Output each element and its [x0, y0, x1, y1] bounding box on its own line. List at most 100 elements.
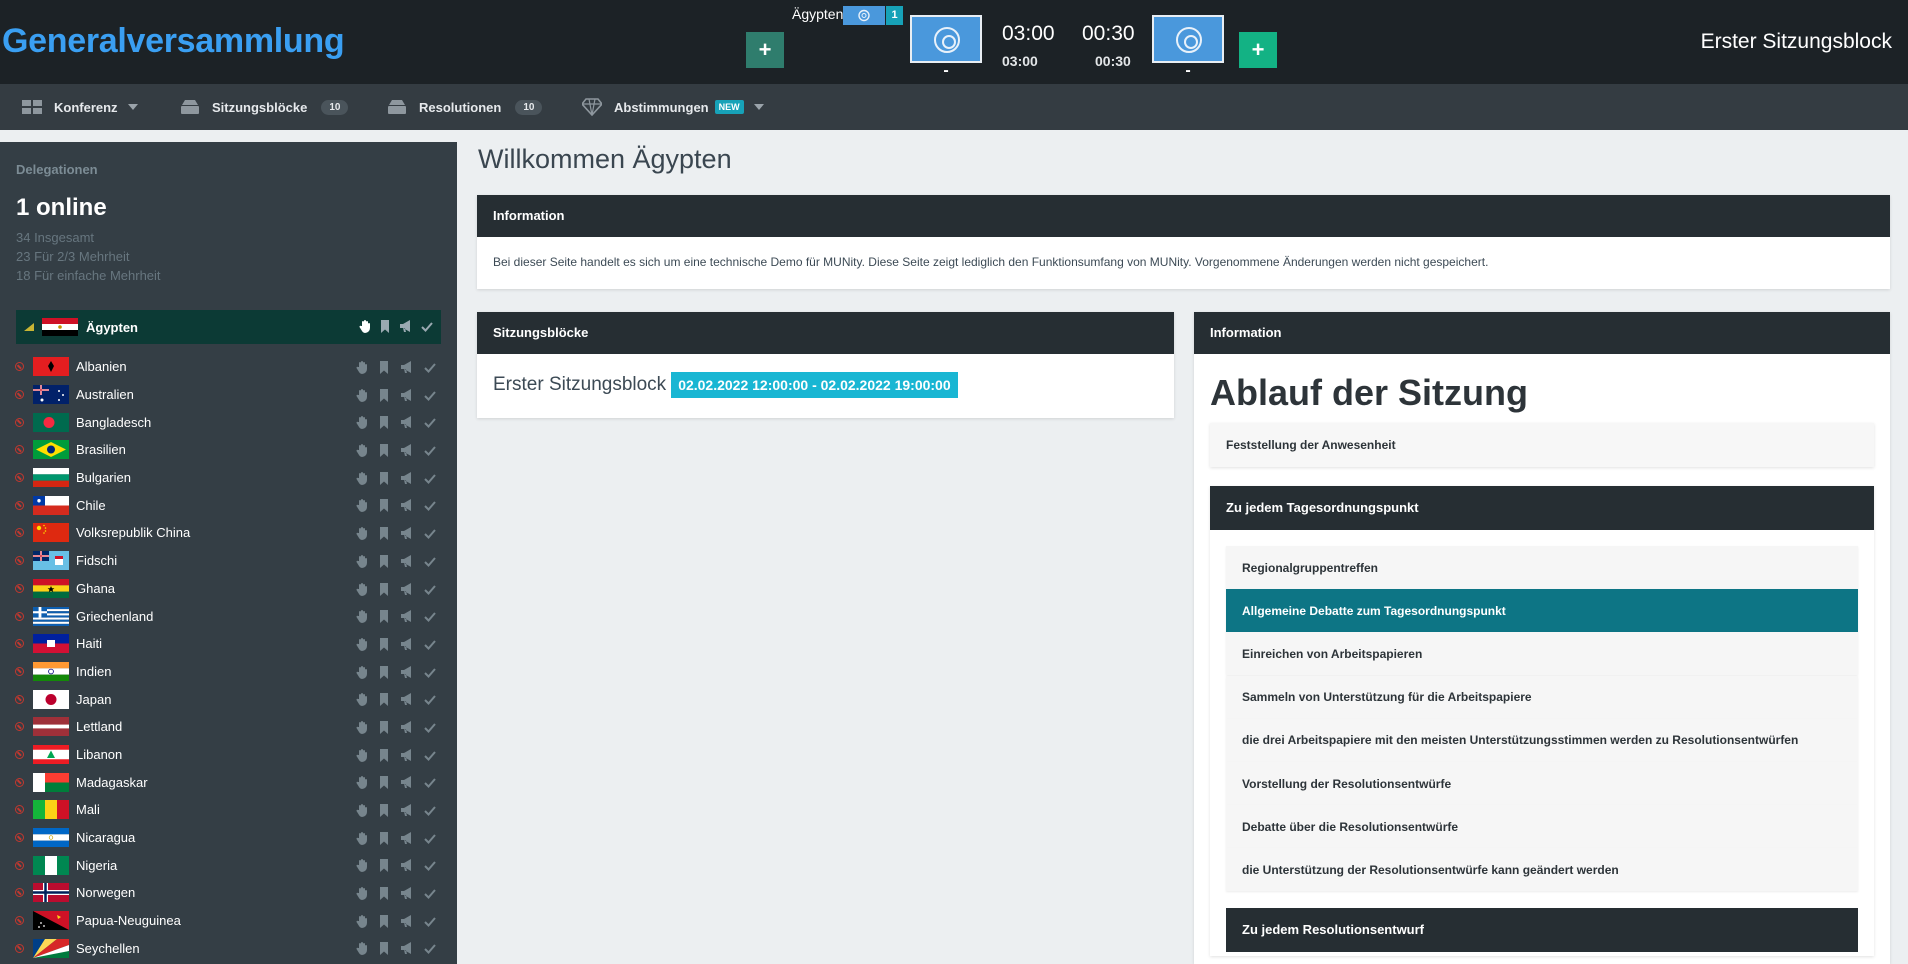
hand-icon[interactable] [356, 388, 368, 402]
check-icon[interactable] [424, 527, 436, 540]
check-icon[interactable] [424, 693, 436, 706]
hand-icon[interactable] [356, 804, 368, 817]
hand-icon[interactable] [356, 582, 368, 596]
megaphone-icon[interactable] [400, 582, 414, 596]
bookmark-icon[interactable] [378, 471, 390, 485]
bookmark-icon[interactable] [378, 444, 390, 458]
delegation-row[interactable]: Nicaragua [12, 824, 444, 852]
bookmark-icon[interactable] [378, 720, 390, 734]
check-icon[interactable] [424, 389, 436, 402]
bookmark-icon[interactable] [378, 859, 390, 873]
hand-icon[interactable] [356, 527, 368, 541]
bookmark-icon[interactable] [379, 320, 391, 333]
bookmark-icon[interactable] [378, 361, 390, 374]
delegation-row[interactable]: Haiti [12, 630, 444, 658]
megaphone-icon[interactable] [400, 942, 414, 955]
check-icon[interactable] [424, 499, 436, 512]
megaphone-icon[interactable] [400, 361, 414, 374]
check-icon[interactable] [424, 610, 436, 623]
delegation-row[interactable]: Indien [12, 658, 444, 686]
delegation-row[interactable]: Brasilien [12, 436, 444, 464]
delegation-row[interactable]: Madagaskar [12, 768, 444, 796]
check-icon[interactable] [424, 804, 436, 817]
delegation-row[interactable]: Mali [12, 796, 444, 824]
check-icon[interactable] [424, 583, 436, 596]
megaphone-icon[interactable] [400, 804, 414, 817]
megaphone-icon[interactable] [400, 859, 414, 872]
bookmark-icon[interactable] [378, 776, 390, 790]
hand-icon[interactable] [356, 914, 368, 928]
add-speaker-button[interactable]: + [746, 32, 784, 68]
hand-icon[interactable] [356, 665, 368, 679]
session-block-link[interactable]: Erster Sitzungsblock [493, 374, 666, 396]
hand-icon[interactable] [356, 831, 368, 845]
delegation-row[interactable]: Japan [12, 685, 444, 713]
megaphone-icon[interactable] [400, 610, 414, 623]
hand-icon[interactable] [356, 693, 368, 707]
bookmark-icon[interactable] [378, 804, 390, 817]
delegation-row[interactable]: Ghana [12, 575, 444, 603]
bookmark-icon[interactable] [378, 665, 390, 679]
check-icon[interactable] [424, 832, 436, 845]
hand-icon[interactable] [356, 859, 368, 873]
megaphone-icon[interactable] [400, 831, 414, 845]
delegation-row[interactable]: Bangladesch [12, 408, 444, 436]
delegation-row[interactable]: Fidschi [12, 547, 444, 575]
megaphone-icon[interactable] [400, 693, 414, 706]
megaphone-icon[interactable] [400, 665, 414, 679]
bookmark-icon[interactable] [378, 914, 390, 928]
hand-icon[interactable] [356, 748, 368, 762]
megaphone-icon[interactable] [400, 914, 414, 928]
delegation-row[interactable]: Bulgarien [12, 464, 444, 492]
check-icon[interactable] [424, 942, 436, 955]
hand-icon[interactable] [356, 720, 368, 734]
bookmark-icon[interactable] [378, 388, 390, 402]
delegation-row[interactable]: Libanon [12, 741, 444, 769]
delegation-row[interactable]: Lettland [12, 713, 444, 741]
nav-abstimmungen[interactable]: Abstimmungen NEW [582, 84, 764, 130]
hand-icon[interactable] [356, 554, 368, 568]
megaphone-icon[interactable] [400, 444, 414, 457]
delegation-row[interactable]: Griechenland [12, 602, 444, 630]
bookmark-icon[interactable] [378, 942, 390, 956]
bookmark-icon[interactable] [378, 499, 390, 513]
bookmark-icon[interactable] [378, 748, 390, 762]
hand-icon[interactable] [356, 444, 368, 458]
check-icon[interactable] [424, 859, 436, 872]
check-icon[interactable] [421, 320, 433, 333]
bookmark-icon[interactable] [378, 831, 390, 845]
megaphone-icon[interactable] [400, 887, 414, 900]
add-question-button[interactable]: + [1239, 32, 1277, 68]
bookmark-icon[interactable] [378, 582, 390, 596]
check-icon[interactable] [424, 749, 436, 762]
hand-icon[interactable] [359, 320, 371, 333]
hand-icon[interactable] [356, 471, 368, 485]
delegation-row[interactable]: Australien [12, 381, 444, 409]
bookmark-icon[interactable] [378, 416, 390, 430]
megaphone-icon[interactable] [400, 499, 414, 512]
hand-icon[interactable] [356, 637, 368, 651]
check-icon[interactable] [424, 776, 436, 789]
megaphone-icon[interactable] [400, 416, 414, 429]
delegation-self-row[interactable]: Ägypten [16, 310, 441, 344]
delegation-row[interactable]: Albanien [12, 353, 444, 381]
delegation-row[interactable]: Papua-Neuguinea [12, 907, 444, 935]
megaphone-icon[interactable] [400, 748, 414, 762]
check-icon[interactable] [424, 555, 436, 568]
bookmark-icon[interactable] [378, 887, 390, 901]
megaphone-icon[interactable] [400, 637, 414, 651]
check-icon[interactable] [424, 472, 436, 485]
delegation-row[interactable]: Chile [12, 491, 444, 519]
megaphone-icon[interactable] [400, 720, 414, 734]
hand-icon[interactable] [356, 776, 368, 790]
hand-icon[interactable] [356, 610, 368, 624]
check-icon[interactable] [424, 416, 436, 429]
app-title[interactable]: Generalversammlung [2, 22, 345, 61]
bookmark-icon[interactable] [378, 693, 390, 707]
hand-icon[interactable] [356, 361, 368, 374]
hand-icon[interactable] [356, 942, 368, 956]
megaphone-icon[interactable] [399, 320, 413, 333]
nav-resolutionen[interactable]: Resolutionen 10 [387, 84, 543, 130]
delegation-row[interactable]: Volksrepublik China [12, 519, 444, 547]
megaphone-icon[interactable] [400, 776, 414, 789]
